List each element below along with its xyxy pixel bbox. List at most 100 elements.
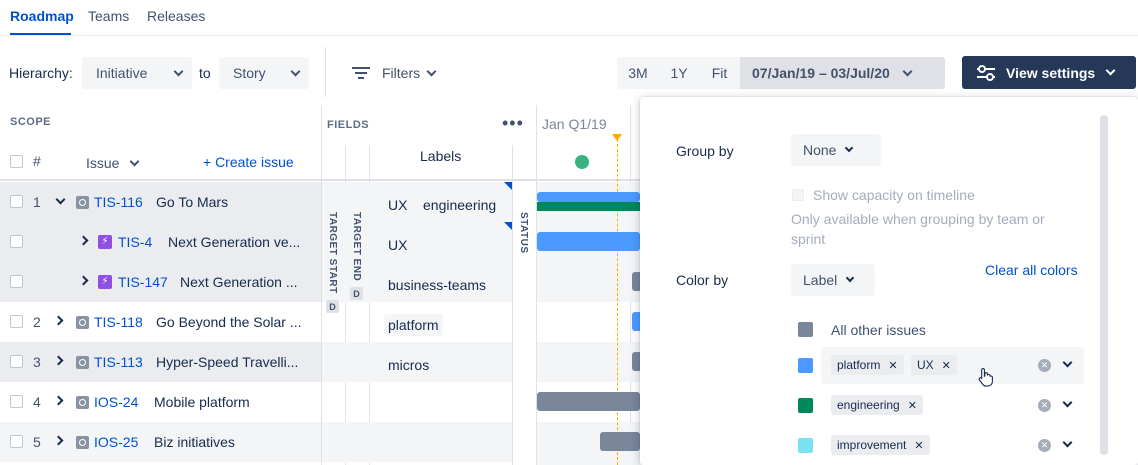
- chip-label: engineering: [837, 398, 900, 412]
- label-chip[interactable]: platform ✕: [831, 355, 904, 375]
- issue-key-link[interactable]: IOS-24: [94, 394, 138, 410]
- remove-chip-icon[interactable]: ✕: [942, 359, 951, 372]
- group-by-select[interactable]: None: [791, 134, 881, 166]
- issue-key-link[interactable]: IOS-25: [94, 434, 138, 450]
- row-number: 5: [33, 434, 41, 450]
- color-swatch[interactable]: [798, 398, 813, 413]
- issue-title[interactable]: Next Generation ve...: [168, 234, 300, 250]
- timeline-bar[interactable]: [537, 232, 640, 251]
- show-capacity-label: Show capacity on timeline: [813, 187, 975, 203]
- date-range-select[interactable]: 07/Jan/19 – 03/Jul/20: [740, 57, 945, 89]
- target-start-date-badge[interactable]: D: [326, 300, 339, 313]
- issue-column-header[interactable]: Issue: [86, 155, 140, 171]
- label-tag[interactable]: engineering: [419, 194, 501, 216]
- panel-scrollbar[interactable]: [1100, 115, 1108, 455]
- label-chip[interactable]: engineering ✕: [831, 395, 923, 415]
- label-tag[interactable]: business-teams: [384, 274, 491, 296]
- target-end-date-badge[interactable]: D: [350, 287, 363, 300]
- timeline-bar[interactable]: [600, 432, 640, 451]
- label-tag[interactable]: micros: [384, 354, 434, 376]
- clear-row-icon[interactable]: ✕: [1038, 359, 1051, 372]
- remove-chip-icon[interactable]: ✕: [888, 359, 897, 372]
- color-swatch[interactable]: [798, 358, 813, 373]
- tab-teams[interactable]: Teams: [88, 8, 129, 24]
- timeline-row-bg: [537, 342, 640, 382]
- zoom-fit-button[interactable]: Fit: [699, 57, 740, 89]
- chevron-down-icon: [1105, 65, 1116, 76]
- label-chip[interactable]: UX ✕: [911, 355, 957, 375]
- chevron-down-icon[interactable]: [1062, 437, 1073, 448]
- color-by-value: Label: [803, 272, 838, 288]
- tab-releases[interactable]: Releases: [147, 8, 205, 24]
- filters-button[interactable]: Filters: [352, 57, 437, 89]
- issue-title[interactable]: Mobile platform: [154, 394, 250, 410]
- issue-key-link[interactable]: TIS-118: [94, 314, 143, 330]
- color-by-select[interactable]: Label: [791, 264, 875, 296]
- timeline-bar[interactable]: [537, 392, 640, 411]
- all-other-issues-label: All other issues: [831, 322, 926, 338]
- zoom-3m-button[interactable]: 3M: [617, 57, 659, 89]
- row-checkbox[interactable]: [10, 275, 23, 288]
- tab-roadmap[interactable]: Roadmap: [10, 8, 74, 24]
- chevron-down-icon: [426, 66, 437, 76]
- chevron-down-icon: [173, 66, 184, 76]
- issue-title[interactable]: Go Beyond the Solar ...: [156, 314, 302, 330]
- chip-label: UX: [917, 358, 934, 372]
- color-swatch[interactable]: [798, 438, 813, 453]
- scope-header: SCOPE: [10, 116, 52, 128]
- epic-icon: ⚡: [98, 275, 112, 289]
- labels-divider: [512, 145, 513, 465]
- create-issue-button[interactable]: + Create issue: [203, 154, 294, 170]
- clear-all-colors-link[interactable]: Clear all colors: [985, 262, 1078, 278]
- timeline-bar[interactable]: [537, 192, 640, 202]
- issue-title[interactable]: Biz initiatives: [154, 434, 235, 450]
- remove-chip-icon[interactable]: ✕: [914, 439, 923, 452]
- edited-indicator: [504, 222, 512, 230]
- issue-title[interactable]: Next Generation ...: [180, 274, 298, 290]
- issue-key-link[interactable]: TIS-147: [118, 274, 168, 290]
- clear-row-icon[interactable]: ✕: [1038, 399, 1051, 412]
- row-number: 1: [33, 194, 41, 210]
- remove-chip-icon[interactable]: ✕: [908, 399, 917, 412]
- initiative-icon: [76, 196, 89, 209]
- row-checkbox[interactable]: [10, 435, 23, 448]
- labels-column-header: Labels: [420, 148, 462, 164]
- fields-header: FIELDS: [327, 119, 370, 131]
- roadmap-app: Roadmap Teams Releases Hierarchy: Initia…: [0, 0, 1138, 465]
- group-by-value: None: [803, 142, 837, 158]
- expand-chevron-icon[interactable]: [53, 395, 64, 406]
- row-checkbox[interactable]: [10, 355, 23, 368]
- timeline-bar[interactable]: [537, 202, 640, 211]
- label-chip[interactable]: improvement ✕: [831, 435, 930, 455]
- issue-title[interactable]: Go To Mars: [156, 194, 228, 210]
- epic-icon: ⚡: [98, 235, 112, 249]
- color-swatch[interactable]: [798, 322, 813, 337]
- filters-label: Filters: [382, 65, 421, 81]
- row-checkbox[interactable]: [10, 195, 23, 208]
- label-tag[interactable]: UX: [384, 234, 412, 256]
- zoom-1y-button[interactable]: 1Y: [659, 57, 699, 89]
- row-checkbox[interactable]: [10, 315, 23, 328]
- issue-key-link[interactable]: TIS-4: [118, 234, 152, 250]
- view-settings-button[interactable]: View settings: [962, 56, 1136, 89]
- row-checkbox[interactable]: [10, 235, 23, 248]
- chevron-down-icon[interactable]: [1062, 397, 1073, 408]
- row-checkbox[interactable]: [10, 395, 23, 408]
- filter-icon: [352, 66, 370, 80]
- status-dot[interactable]: [575, 155, 589, 169]
- more-icon[interactable]: •••: [502, 114, 524, 132]
- expand-chevron-icon[interactable]: [53, 315, 64, 326]
- issue-key-link[interactable]: TIS-116: [94, 194, 143, 210]
- label-tag[interactable]: platform: [384, 314, 443, 336]
- select-all-checkbox[interactable]: [10, 155, 23, 168]
- show-capacity-checkbox[interactable]: [792, 189, 804, 201]
- issue-title[interactable]: Hyper-Speed Travelli...: [156, 354, 298, 370]
- chip-label: improvement: [837, 438, 907, 452]
- hierarchy-to-select[interactable]: Story: [219, 57, 309, 89]
- label-tag[interactable]: UX: [384, 194, 412, 216]
- clear-row-icon[interactable]: ✕: [1038, 439, 1051, 452]
- chevron-down-icon: [845, 143, 854, 153]
- hierarchy-from-select[interactable]: Initiative: [82, 57, 192, 89]
- issue-key-link[interactable]: TIS-113: [94, 354, 143, 370]
- today-marker-icon: [612, 134, 622, 141]
